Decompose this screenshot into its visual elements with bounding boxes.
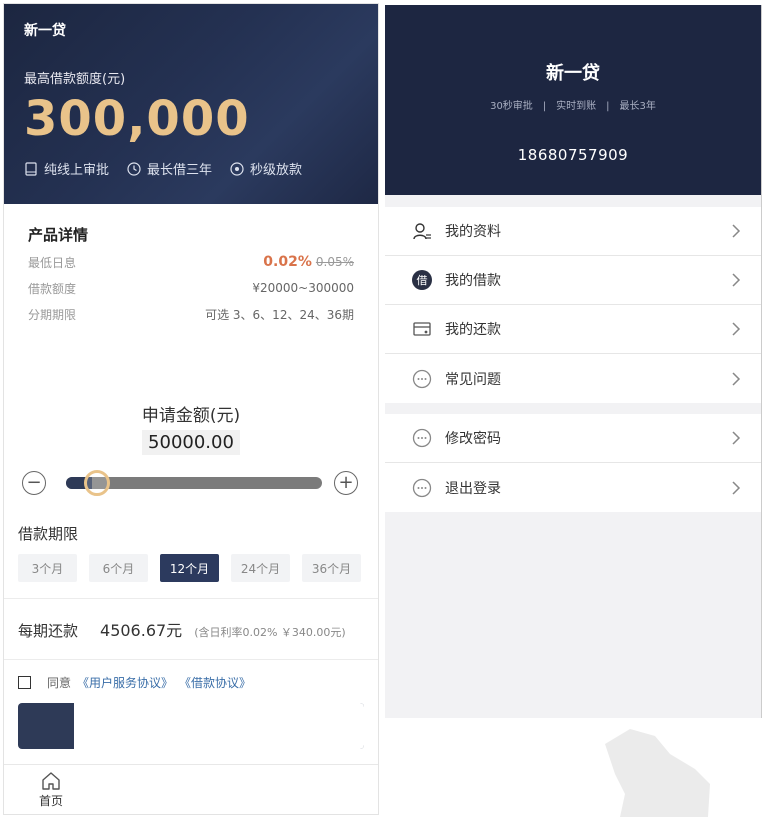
- user-icon: [411, 220, 433, 242]
- term-option[interactable]: 6个月: [89, 554, 148, 582]
- loan-agreement-link[interactable]: 《借款协议》: [179, 674, 251, 691]
- term-option[interactable]: 24个月: [231, 554, 290, 582]
- product-details: 产品详情 最低日息 0.02% 0.05% 借款额度 ¥20000~300000 …: [4, 204, 378, 323]
- eye-icon: [230, 161, 244, 176]
- svg-text:借: 借: [417, 274, 428, 287]
- rate-values: 0.02% 0.05%: [263, 254, 354, 270]
- increase-button[interactable]: +: [334, 471, 358, 495]
- background-artifact: [605, 729, 710, 817]
- decrease-button[interactable]: −: [22, 471, 46, 495]
- loan-term-section: 借款期限 3个月 6个月 12个月 24个月 36个月: [4, 503, 378, 582]
- period-options: 可选 3、6、12、24、36期: [205, 307, 354, 322]
- account-menu: 修改密码 退出登录: [385, 414, 761, 512]
- detail-row-amount: 借款额度 ¥20000~300000: [28, 279, 354, 297]
- amount-slider[interactable]: − +: [4, 463, 378, 503]
- rate-label: 最低日息: [28, 255, 77, 270]
- phone-number: 18680757909: [517, 146, 629, 164]
- term-option[interactable]: 36个月: [302, 554, 361, 582]
- chevron-right-icon: [732, 371, 741, 386]
- repay-icon: [411, 318, 433, 340]
- chevron-right-icon: [732, 431, 741, 445]
- agree-checkbox[interactable]: [18, 676, 31, 689]
- menu-item-change-password[interactable]: 修改密码: [385, 414, 761, 463]
- apply-amount-label: 申请金额(元): [141, 406, 241, 426]
- payment-value: 4506.67元: [100, 621, 183, 640]
- cta-cover: [74, 703, 364, 749]
- logout-icon: [411, 477, 433, 499]
- tab-home-label: 首页: [38, 794, 63, 808]
- clock-icon: [127, 161, 141, 176]
- menu-label: 常见问题: [445, 371, 501, 388]
- menu-label: 修改密码: [445, 431, 501, 447]
- max-amount-label: 最高借款额度(元): [24, 72, 126, 87]
- agreement-row: 同意 《用户服务协议》 《借款协议》: [4, 660, 378, 691]
- menu-label: 退出登录: [445, 480, 501, 497]
- rate-value: 0.02%: [263, 254, 312, 270]
- feature-item: 纯线上审批: [24, 159, 109, 178]
- user-agreement-link[interactable]: 《用户服务协议》: [77, 674, 173, 691]
- menu-item-logout[interactable]: 退出登录: [385, 463, 761, 512]
- payment-row: 每期还款 4506.67元 (含日利率0.02% ￥340.00元): [4, 599, 378, 659]
- chevron-right-icon: [732, 224, 741, 238]
- app-title: 新一贷: [24, 23, 66, 39]
- feature-label: 秒级放款: [250, 163, 303, 178]
- profile-title: 新一贷: [546, 63, 600, 84]
- agree-text: 同意: [47, 676, 72, 690]
- chevron-right-icon: [732, 322, 741, 336]
- apply-amount-section: 申请金额(元) 50000.00: [4, 401, 378, 455]
- max-amount-value: 300,000: [24, 91, 250, 147]
- profile-menu: 我的资料 借 我的借款 我的还款 常见问题: [385, 207, 761, 403]
- menu-item-loans[interactable]: 借 我的借款: [385, 256, 761, 305]
- profile-tags: 30秒审批 | 实时到账 | 最长3年: [490, 101, 656, 112]
- screen: 新一贷 最高借款额度(元) 300,000 纯线上审批 最长借三年 秒级放款 产: [0, 0, 773, 817]
- menu-label: 我的资料: [445, 224, 501, 240]
- feature-label: 最长借三年: [147, 163, 213, 178]
- term-option[interactable]: 12个月: [160, 554, 219, 582]
- menu-label: 我的借款: [445, 273, 501, 289]
- tab-bar: 首页: [4, 764, 378, 814]
- term-option[interactable]: 3个月: [18, 554, 77, 582]
- payment-label: 每期还款: [18, 622, 79, 640]
- term-options: 3个月 6个月 12个月 24个月 36个月: [18, 554, 364, 582]
- chevron-right-icon: [732, 480, 741, 495]
- rate-old-value: 0.05%: [315, 255, 354, 269]
- period-label: 分期期限: [28, 307, 77, 322]
- detail-row-rate: 最低日息 0.02% 0.05%: [28, 253, 354, 271]
- hero-banner: 新一贷 最高借款额度(元) 300,000 纯线上审批 最长借三年 秒级放款: [4, 4, 378, 204]
- detail-row-period: 分期期限 可选 3、6、12、24、36期: [28, 305, 354, 323]
- loan-home-page: 新一贷 最高借款额度(元) 300,000 纯线上审批 最长借三年 秒级放款 产: [3, 3, 379, 815]
- tab-home[interactable]: 首页: [4, 765, 98, 814]
- feature-item: 秒级放款: [230, 159, 302, 178]
- payment-note: (含日利率0.02% ￥340.00元): [194, 626, 346, 639]
- amount-range: ¥20000~300000: [252, 281, 354, 295]
- amount-label: 借款额度: [28, 281, 77, 296]
- feature-label: 纯线上审批: [44, 163, 110, 178]
- apply-amount-value: 50000.00: [142, 430, 240, 455]
- menu-label: 我的还款: [445, 322, 501, 338]
- menu-item-faq[interactable]: 常见问题: [385, 354, 761, 403]
- profile-page: 新一贷 30秒审批 | 实时到账 | 最长3年 18680757909 我的资料…: [385, 5, 762, 718]
- profile-header: 新一贷 30秒审批 | 实时到账 | 最长3年 18680757909: [385, 5, 761, 195]
- submit-button[interactable]: [18, 703, 364, 749]
- password-icon: [411, 427, 433, 449]
- chevron-right-icon: [732, 273, 741, 287]
- tablet-icon: [25, 161, 37, 176]
- menu-item-profile[interactable]: 我的资料: [385, 207, 761, 256]
- term-title: 借款期限: [18, 525, 79, 543]
- feature-item: 最长借三年: [127, 159, 212, 178]
- slider-thumb[interactable]: [83, 470, 110, 496]
- loan-icon: 借: [411, 269, 433, 291]
- home-icon: [42, 772, 60, 790]
- menu-item-repayments[interactable]: 我的还款: [385, 305, 761, 354]
- feature-list: 纯线上审批 最长借三年 秒级放款: [24, 159, 358, 178]
- faq-icon: [411, 368, 433, 390]
- details-title: 产品详情: [28, 226, 89, 244]
